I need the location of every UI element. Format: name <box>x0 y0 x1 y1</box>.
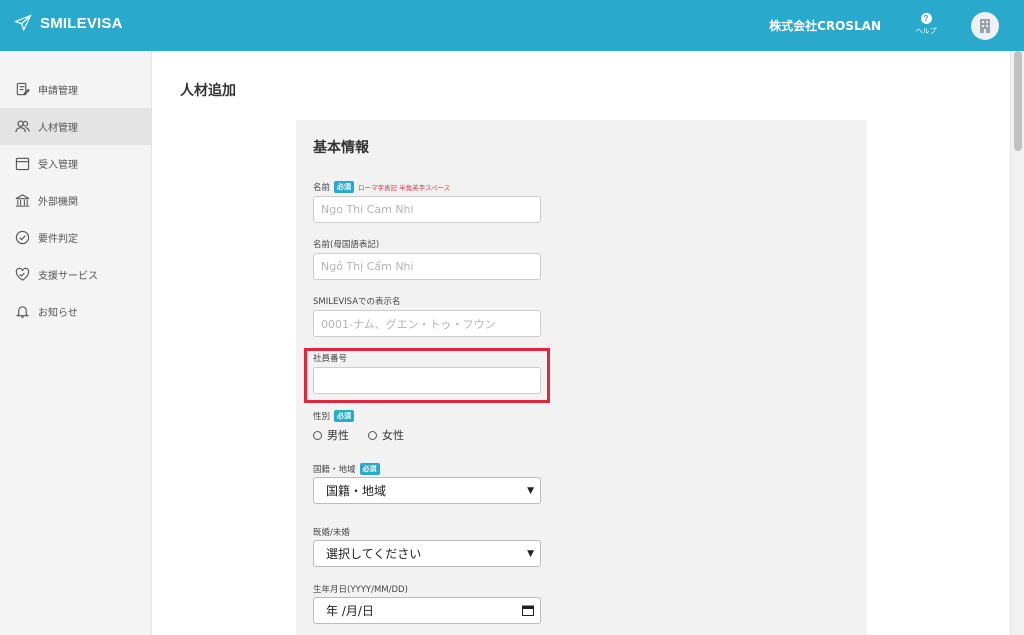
birthdate-label: 生年月日(YYYY/MM/DD) <box>313 585 408 595</box>
people-icon <box>15 120 30 133</box>
gender-label: 性別 必須 <box>313 410 355 422</box>
help-icon: ? <box>920 13 932 24</box>
name-input[interactable]: Ngo Thi Cam Nhi <box>313 196 541 223</box>
avatar[interactable] <box>971 12 999 40</box>
field-hint: ローマ字表記 半角英字スペース <box>358 184 451 192</box>
document-edit-icon <box>16 82 30 96</box>
nationality-label: 国籍・地域 必須 <box>313 463 380 475</box>
vertical-scrollbar[interactable] <box>1010 51 1024 635</box>
office-building-icon <box>980 19 990 33</box>
chevron-down-icon: ▼ <box>527 548 534 559</box>
brand-logo[interactable]: SMILEVISA <box>14 14 123 32</box>
display-name-input[interactable]: 0001-ナム、グエン・トゥ・フウン <box>313 310 541 337</box>
company-name[interactable]: 株式会社CROSLAN <box>769 17 881 34</box>
brand-name: SMILEVISA <box>40 14 123 32</box>
sidebar-item-acceptance[interactable]: 受入管理 <box>0 145 152 182</box>
bell-icon <box>15 306 30 318</box>
sidebar-item-requirements[interactable]: 要件判定 <box>0 219 152 256</box>
sidebar-item-label: 外部機関 <box>38 197 78 208</box>
sidebar-item-notices[interactable]: お知らせ <box>0 293 152 330</box>
sidebar-item-label: 支援サービス <box>38 271 98 282</box>
native-name-label: 名前(母国語表記) <box>313 240 380 250</box>
page-title: 人材追加 <box>180 83 236 99</box>
select-value: 国籍・地域 <box>326 484 387 498</box>
section-title: 基本情報 <box>313 140 369 156</box>
sidebar-item-external[interactable]: 外部機関 <box>0 182 152 219</box>
date-value: 年 /月/日 <box>326 604 374 618</box>
sidebar-item-label: 受入管理 <box>38 160 78 171</box>
gender-female-radio[interactable] <box>368 430 377 440</box>
field-label: 性別 <box>313 412 331 422</box>
sidebar: 申請管理 人材管理 受入管理 外部機関 要件判定 支援サービス お知らせ <box>0 51 152 635</box>
required-badge: 必須 <box>334 410 355 422</box>
required-badge: 必須 <box>334 181 355 193</box>
gender-male-radio[interactable] <box>313 430 322 440</box>
required-badge: 必須 <box>359 463 380 475</box>
calendar-icon <box>15 157 30 171</box>
calendar-picker-icon[interactable] <box>522 605 534 616</box>
nationality-select[interactable]: 国籍・地域 ▼ <box>313 477 541 504</box>
check-circle-icon <box>15 230 30 245</box>
building-icon <box>15 194 30 207</box>
sidebar-item-application[interactable]: 申請管理 <box>0 71 152 108</box>
heart-handshake-icon <box>15 267 30 281</box>
birthdate-input[interactable]: 年 /月/日 <box>313 597 541 624</box>
top-header: SMILEVISA 株式会社CROSLAN ? ヘルプ <box>0 0 1024 51</box>
gender-options: 男性 女性 <box>313 427 404 443</box>
field-label: 国籍・地域 <box>313 465 356 475</box>
sidebar-item-label: 要件判定 <box>38 234 78 245</box>
gender-female-label[interactable]: 女性 <box>382 427 404 443</box>
sidebar-item-label: 人材管理 <box>38 123 78 134</box>
name-label: 名前 必須 ローマ字表記 半角英字スペース <box>313 181 450 193</box>
native-name-input[interactable]: Ngô Thị Cẩm Nhi <box>313 253 541 280</box>
sidebar-item-label: お知らせ <box>38 308 78 319</box>
display-name-label: SMILEVISAでの表示名 <box>313 297 401 307</box>
marital-select[interactable]: 選択してください ▼ <box>313 540 541 567</box>
select-value: 選択してください <box>326 547 422 561</box>
marital-label: 既婚/未婚 <box>313 528 350 538</box>
field-label: 名前 <box>313 183 331 193</box>
sidebar-item-label: 申請管理 <box>38 86 78 97</box>
gender-male-label[interactable]: 男性 <box>327 427 349 443</box>
chevron-down-icon: ▼ <box>527 485 534 496</box>
help-label: ヘルプ <box>915 27 937 35</box>
scrollbar-thumb[interactable] <box>1014 51 1022 151</box>
highlight-box <box>304 348 550 403</box>
paper-plane-icon <box>14 14 32 32</box>
sidebar-item-support[interactable]: 支援サービス <box>0 256 152 293</box>
help-button[interactable]: ? ヘルプ <box>912 13 940 36</box>
sidebar-item-personnel[interactable]: 人材管理 <box>0 108 152 145</box>
